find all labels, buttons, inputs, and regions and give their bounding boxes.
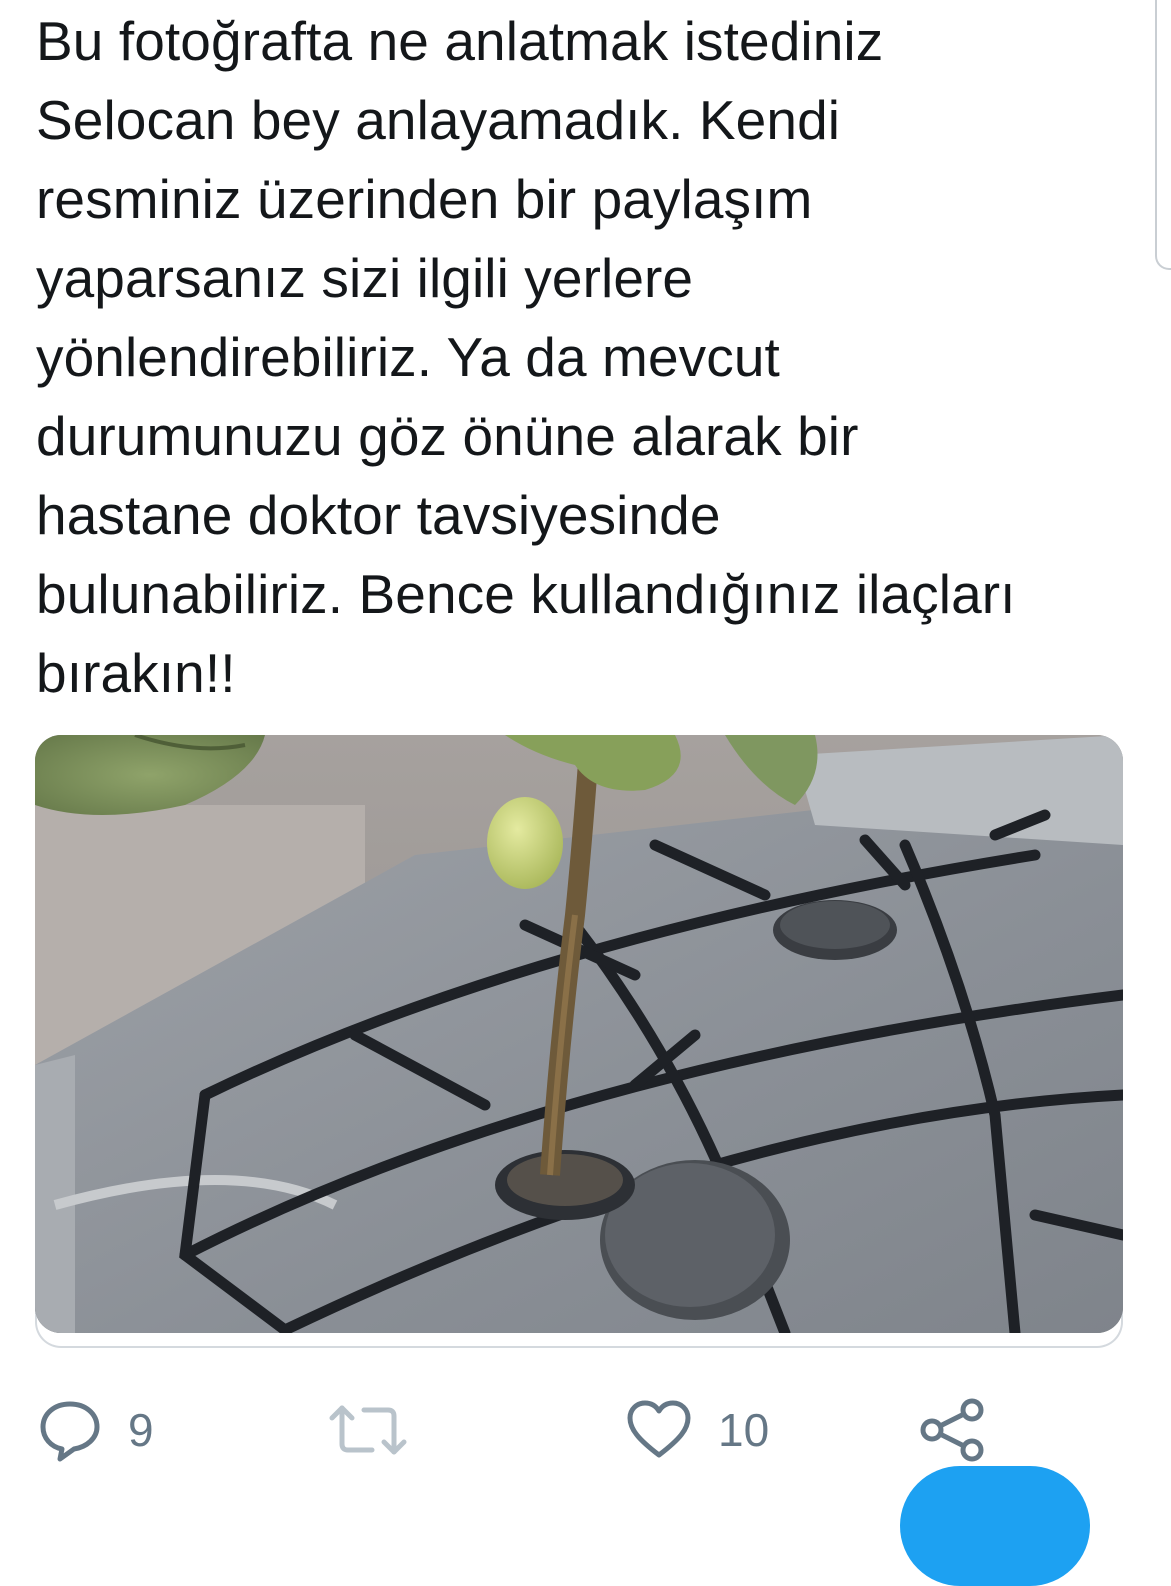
tweet-text-line: durumunuzu göz önüne alarak bir: [36, 405, 859, 467]
like-count: 10: [718, 1404, 770, 1456]
heart-icon: [627, 1400, 691, 1458]
retweet-button[interactable]: [328, 1390, 434, 1470]
reply-icon: [40, 1401, 100, 1462]
compose-tweet-button[interactable]: [900, 1466, 1090, 1586]
like-button[interactable]: 10: [626, 1390, 769, 1470]
tweet-text-line: Selocan bey anlayamadık. Kendi: [36, 89, 841, 151]
share-icon: [920, 1398, 984, 1462]
tweet-text-line: Bu fotoğrafta ne anlatmak istediniz: [36, 10, 884, 72]
tweet-text-line: yönlendirebiliriz. Ya da mevcut: [36, 326, 780, 388]
tweet-text-line: bırakın!!: [36, 642, 236, 704]
scrollbar[interactable]: [1155, 0, 1171, 270]
tweet-text-line: bulunabiliriz. Bence kullandığınız ilaçl…: [36, 563, 1016, 625]
tweet-text: Bu fotoğrafta ne anlatmak istediniz Selo…: [36, 2, 1146, 713]
reply-count: 9: [128, 1404, 154, 1456]
reply-button[interactable]: 9: [38, 1390, 154, 1470]
share-button[interactable]: [918, 1390, 988, 1470]
retweet-icon: [329, 1405, 407, 1455]
tweet-text-line: yaparsanız sizi ilgili yerlere: [36, 247, 694, 309]
tweet-text-line: resminiz üzerinden bir paylaşım: [36, 168, 813, 230]
tweet-actions: 9 10: [0, 1390, 1171, 1470]
tweet-photo[interactable]: [35, 735, 1123, 1333]
tweet-text-line: hastane doktor tavsiyesinde: [36, 484, 721, 546]
